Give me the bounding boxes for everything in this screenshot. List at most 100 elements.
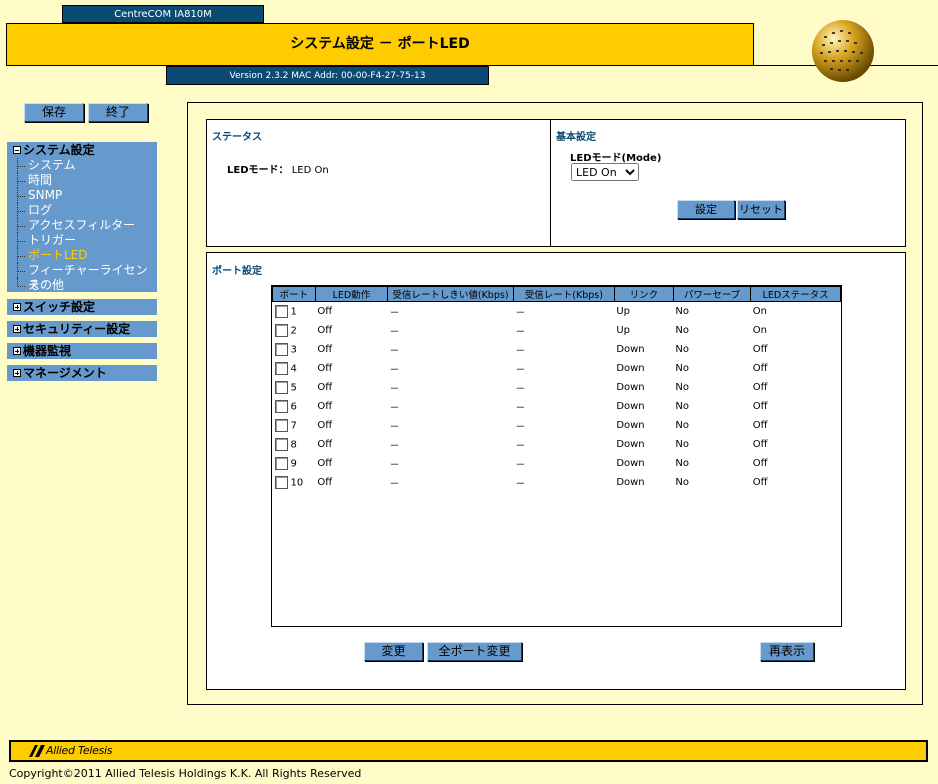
expand-icon[interactable] [13, 347, 21, 355]
table-cell: Down [616, 477, 645, 488]
sidebar-item-time[interactable]: 時間 [7, 173, 157, 188]
sidebar-section-system-header[interactable]: システム設定 [7, 142, 157, 158]
sidebar-section-switch[interactable]: スイッチ設定 [7, 299, 157, 315]
table-row: 2 Off － － Up No On [273, 321, 841, 340]
led-mode-label: LEDモード： [227, 165, 289, 176]
table-cell: － [389, 403, 400, 414]
table-cell: Off [317, 420, 333, 431]
port-number: 8 [290, 439, 297, 451]
expand-icon[interactable] [13, 325, 21, 333]
refresh-button[interactable]: 再表示 [760, 642, 814, 661]
table-cell: No [675, 420, 690, 431]
port-checkbox[interactable] [274, 343, 288, 356]
port-checkbox[interactable] [274, 476, 288, 489]
port-number: 5 [290, 382, 297, 394]
set-button[interactable]: 設定 [677, 200, 735, 219]
status-led-mode: LEDモード： LED On [227, 161, 329, 176]
table-cell: － [389, 479, 400, 490]
change-all-ports-button[interactable]: 全ポート変更 [427, 642, 522, 661]
column-header: LEDステータス [750, 286, 841, 302]
sidebar-item-snmp[interactable]: SNMP [7, 188, 157, 203]
table-cell: － [515, 346, 526, 357]
expand-icon[interactable] [13, 369, 21, 377]
table-cell: － [389, 384, 400, 395]
sidebar-section-security[interactable]: セキュリティー設定 [7, 321, 157, 337]
table-row: 1 Off － － Up No On [273, 302, 841, 322]
table-cell: － [389, 422, 400, 433]
table-cell: Down [616, 439, 645, 450]
port-number: 9 [290, 458, 297, 470]
table-cell: Down [616, 458, 645, 469]
column-header: ポート [272, 286, 316, 302]
column-header: リンク [613, 286, 674, 302]
port-checkbox[interactable] [274, 362, 288, 375]
sidebar-item-system[interactable]: システム [7, 158, 157, 173]
table-cell: Off [317, 344, 333, 355]
table-cell: No [675, 382, 690, 393]
port-checkbox[interactable] [274, 305, 288, 318]
footer-bar: Allied Telesis [9, 740, 928, 762]
port-checkbox[interactable] [274, 457, 288, 470]
collapse-icon[interactable] [13, 146, 21, 154]
port-checkbox[interactable] [274, 400, 288, 413]
port-number: 6 [290, 401, 297, 413]
expand-icon[interactable] [13, 303, 21, 311]
table-cell: － [515, 479, 526, 490]
port-cell: 6 [273, 397, 316, 416]
port-number: 10 [290, 477, 304, 489]
version-info: Version 2.3.2 MAC Addr: 00-00-F4-27-75-1… [166, 66, 489, 85]
table-row: 9 Off － － Down No Off [273, 454, 841, 473]
reset-button[interactable]: リセット [737, 200, 785, 219]
sidebar-section-monitoring[interactable]: 機器監視 [7, 343, 157, 359]
table-cell: Off [752, 363, 768, 374]
table-cell: － [389, 327, 400, 338]
exit-button[interactable]: 終了 [88, 103, 148, 122]
save-button[interactable]: 保存 [24, 103, 84, 122]
table-cell: － [389, 308, 400, 319]
port-checkbox[interactable] [274, 419, 288, 432]
table-row: 6 Off － － Down No Off [273, 397, 841, 416]
table-cell: Off [317, 401, 333, 412]
change-button[interactable]: 変更 [364, 642, 423, 661]
table-cell: Down [616, 420, 645, 431]
port-table-container: ポート LED動作 受信レートしきい値(Kbps) 受信レート(Kbps) リンク パワー… [271, 285, 842, 627]
table-cell: Off [317, 458, 333, 469]
port-number: 2 [290, 325, 297, 337]
sidebar-item-other[interactable]: その他 [7, 278, 157, 293]
table-cell: No [675, 439, 690, 450]
table-cell: Off [752, 344, 768, 355]
table-cell: Down [616, 363, 645, 374]
table-cell: On [752, 306, 767, 317]
table-row: 4 Off － － Down No Off [273, 359, 841, 378]
column-header: パワーセーブ [672, 286, 752, 302]
mode-label: LEDモード(Mode) [570, 153, 662, 164]
port-checkbox[interactable] [274, 381, 288, 394]
table-cell: No [675, 306, 690, 317]
sidebar-section-system: システム設定 システム 時間 SNMP ログ アクセスフィルター トリガー ポー… [7, 142, 157, 292]
port-checkbox[interactable] [274, 438, 288, 451]
port-checkbox[interactable] [274, 324, 288, 337]
sidebar-item-trigger[interactable]: トリガー [7, 233, 157, 248]
column-header: LED動作 [314, 286, 389, 302]
led-mode-select[interactable]: LED On [571, 163, 639, 181]
table-cell: No [675, 401, 690, 412]
port-number: 1 [290, 306, 297, 318]
led-mode-value: LED On [291, 165, 329, 176]
basic-settings-title: 基本設定 [556, 132, 596, 143]
sidebar-item-feature-license[interactable]: フィーチャーライセンス [7, 263, 157, 292]
sidebar-item-port-led[interactable]: ポートLED [7, 248, 157, 263]
table-cell: Down [616, 382, 645, 393]
port-table-header: ポート LED動作 受信レートしきい値(Kbps) 受信レート(Kbps) リンク パワー… [272, 286, 841, 302]
sidebar-item-log[interactable]: ログ [7, 203, 157, 218]
table-cell: － [515, 403, 526, 414]
table-cell: On [752, 325, 767, 336]
port-cell: 1 [273, 302, 316, 322]
sidebar-section-management[interactable]: マネージメント [7, 365, 157, 381]
port-cell: 2 [273, 321, 316, 340]
table-cell: Off [752, 458, 768, 469]
table-cell: Off [752, 420, 768, 431]
model-name: CentreCOM IA810M [62, 5, 264, 23]
port-settings-panel: ポート設定 ポート LED動作 受信レートしきい値(Kbps) 受信レート(Kbps)… [206, 252, 906, 690]
table-cell: － [389, 365, 400, 376]
sidebar-item-access-filter[interactable]: アクセスフィルター [7, 218, 157, 233]
